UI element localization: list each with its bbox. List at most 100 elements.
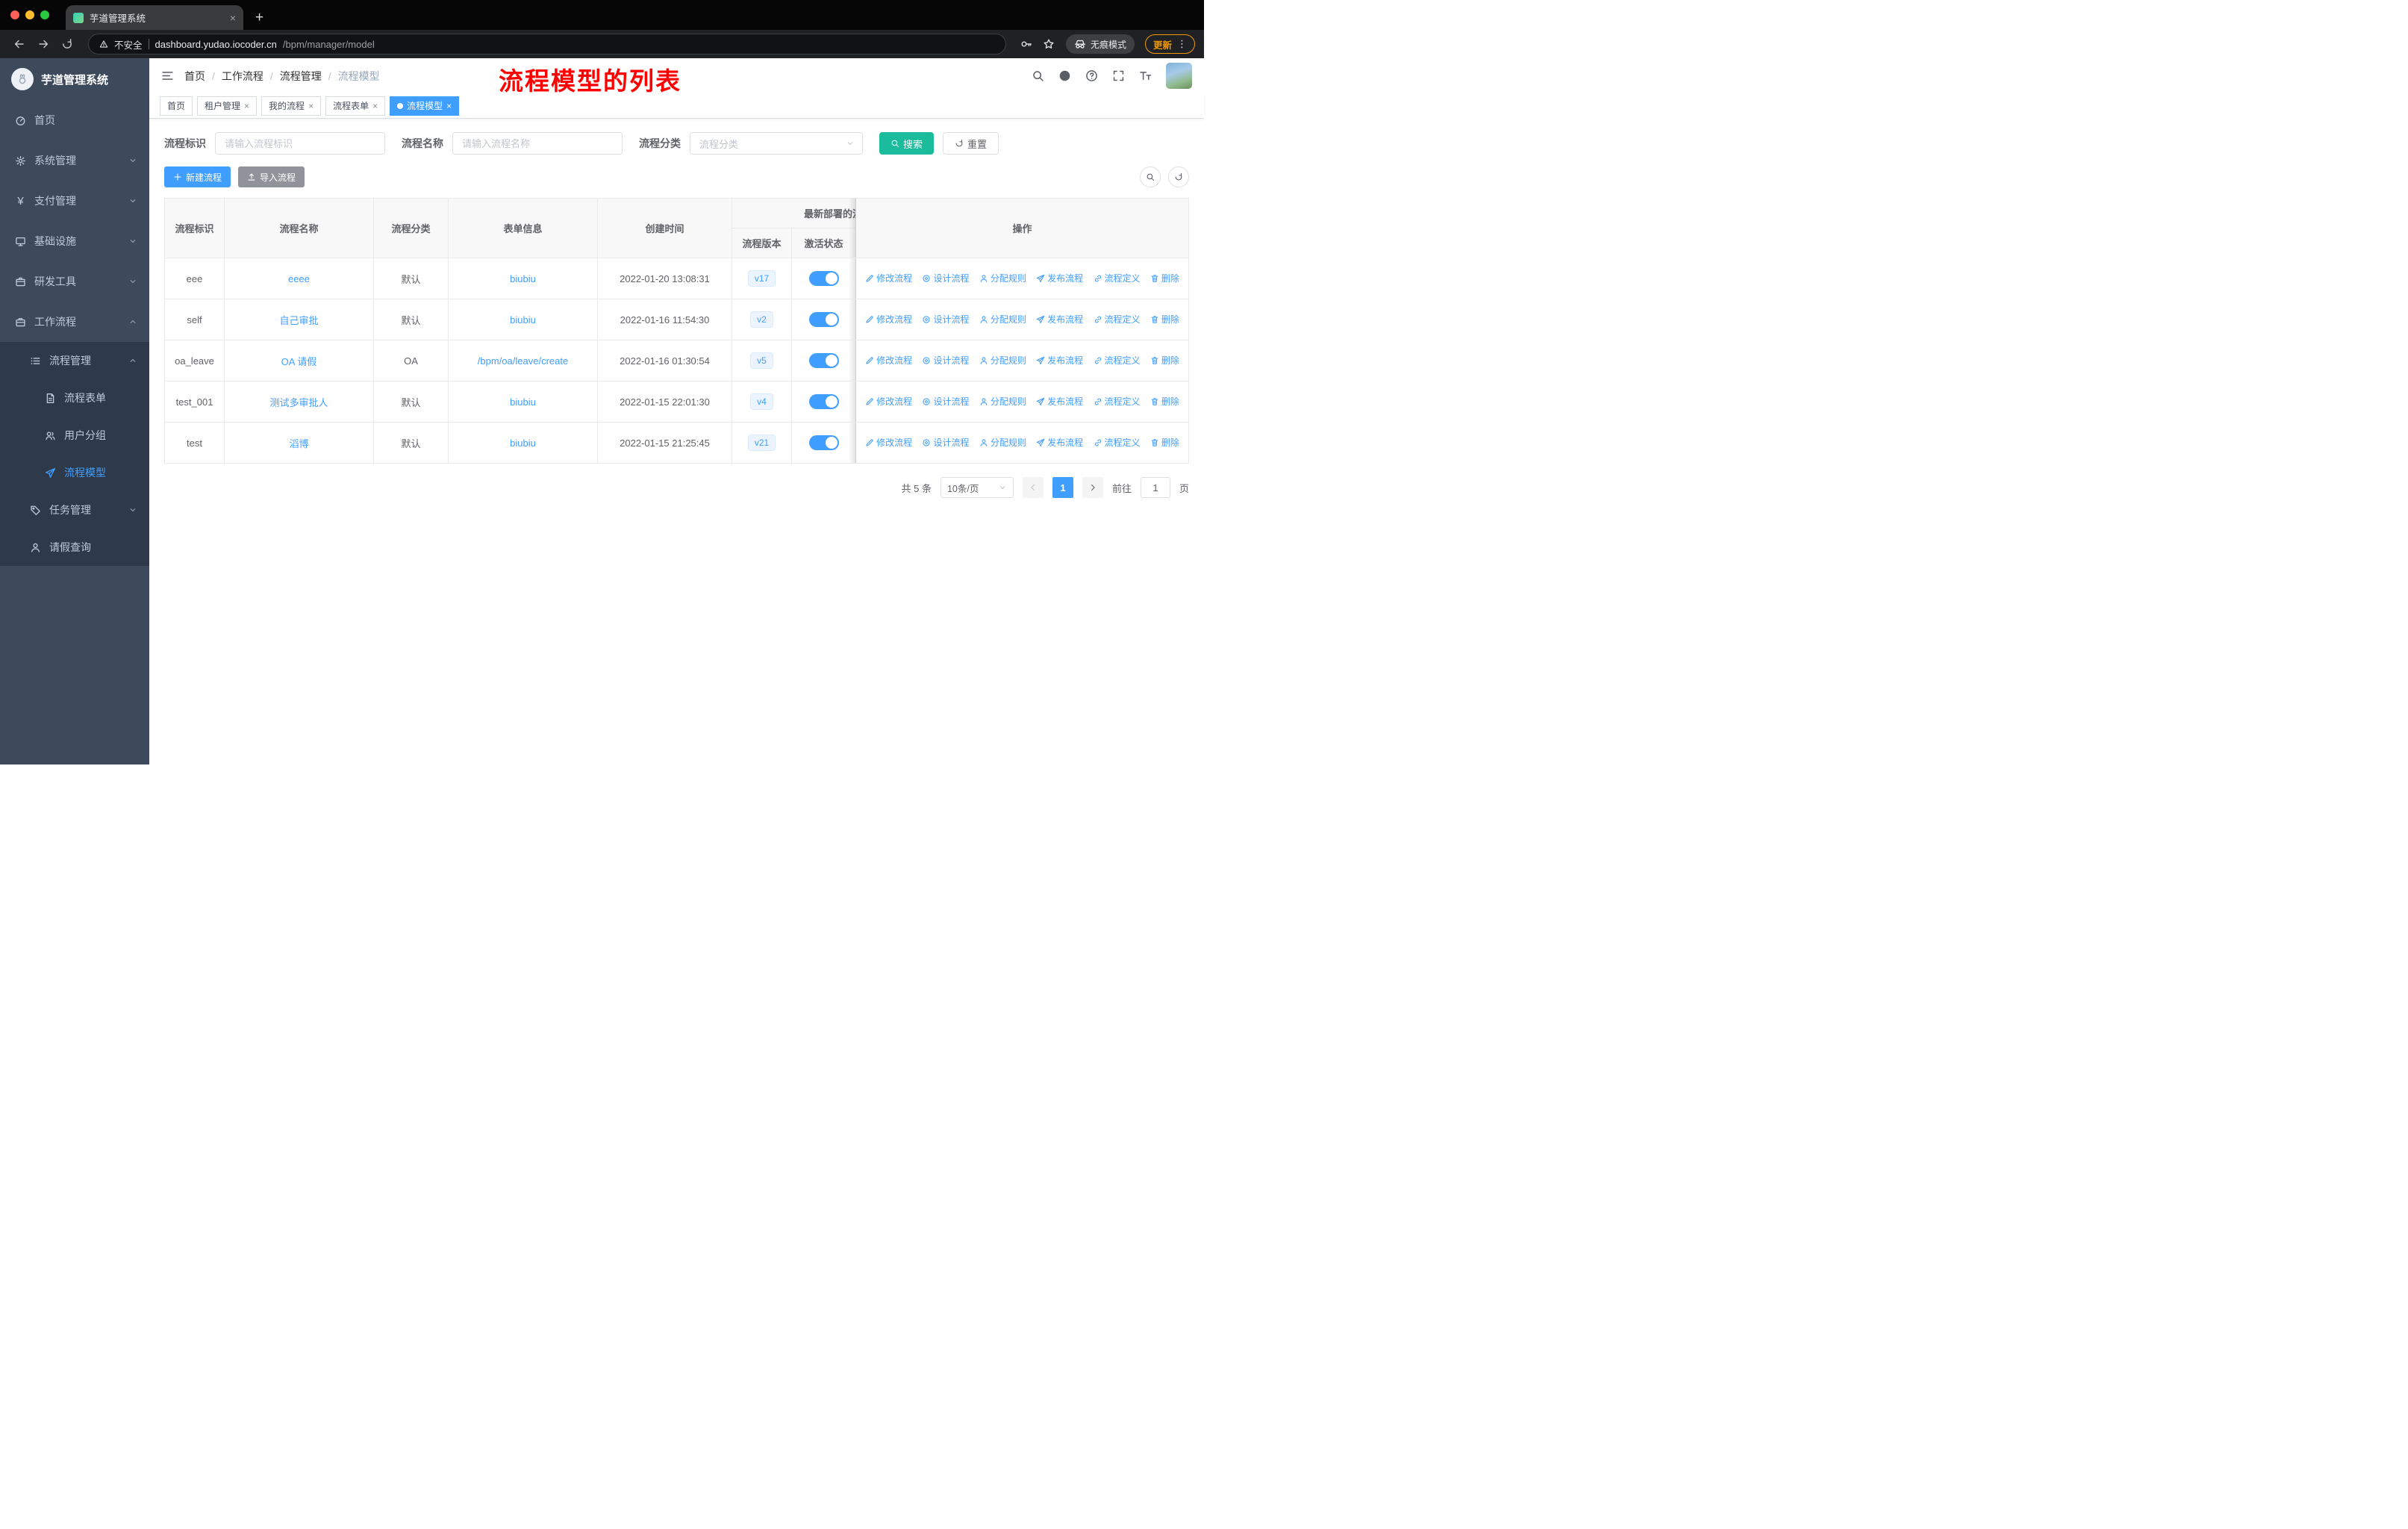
- search-icon[interactable]: [1032, 69, 1044, 82]
- sidebar-item-task-mgmt[interactable]: 任务管理: [0, 491, 149, 529]
- address-bar[interactable]: 不安全 dashboard.yudao.iocoder.cn/bpm/manag…: [88, 34, 1006, 55]
- form-info-link[interactable]: biubiu: [510, 273, 536, 284]
- model-name-link[interactable]: 测试多审批人: [269, 397, 328, 408]
- bookmark-button[interactable]: [1039, 34, 1058, 54]
- toggle-search-button[interactable]: [1140, 166, 1161, 187]
- page-size-select[interactable]: 10条/页: [940, 477, 1014, 498]
- import-process-button[interactable]: 导入流程: [238, 166, 305, 187]
- sidebar-item-infrastructure[interactable]: 基础设施: [0, 221, 149, 261]
- action-assign-rule-button[interactable]: 分配规则: [979, 354, 1026, 367]
- action-definition-button[interactable]: 流程定义: [1094, 354, 1141, 367]
- action-publish-button[interactable]: 发布流程: [1036, 354, 1083, 367]
- user-avatar[interactable]: [1166, 63, 1192, 89]
- font-size-icon[interactable]: [1139, 69, 1152, 82]
- sidebar-item-home[interactable]: 首页: [0, 100, 149, 140]
- tag-process-model[interactable]: 流程模型 ×: [390, 96, 460, 116]
- tag-my-process[interactable]: 我的流程 ×: [261, 96, 322, 116]
- action-edit-button[interactable]: 修改流程: [865, 436, 912, 449]
- sidebar-item-payment-mgmt[interactable]: ¥ 支付管理: [0, 181, 149, 221]
- reload-button[interactable]: [57, 34, 78, 55]
- action-delete-button[interactable]: 删除: [1150, 354, 1179, 367]
- action-design-button[interactable]: 设计流程: [922, 272, 969, 284]
- form-info-link[interactable]: biubiu: [510, 314, 536, 326]
- active-toggle[interactable]: [808, 435, 839, 450]
- sidebar-item-system-mgmt[interactable]: 系统管理: [0, 140, 149, 181]
- prev-page-button[interactable]: [1022, 477, 1044, 498]
- sidebar-toggle-button[interactable]: [161, 69, 174, 82]
- forward-button[interactable]: [33, 34, 54, 55]
- browser-tab[interactable]: 芋道管理系统 ×: [66, 5, 243, 30]
- sidebar-item-process-form[interactable]: 流程表单: [0, 379, 149, 417]
- process-name-input[interactable]: [452, 132, 623, 155]
- create-process-button[interactable]: 新建流程: [164, 166, 231, 187]
- action-delete-button[interactable]: 删除: [1150, 436, 1179, 449]
- action-publish-button[interactable]: 发布流程: [1036, 395, 1083, 408]
- close-icon[interactable]: ×: [372, 102, 378, 110]
- breadcrumb-home[interactable]: 首页: [184, 69, 205, 84]
- password-key-button[interactable]: [1017, 34, 1036, 54]
- tag-home[interactable]: 首页: [160, 96, 193, 116]
- form-info-link[interactable]: /bpm/oa/leave/create: [478, 355, 568, 367]
- sidebar-item-workflow[interactable]: 工作流程: [0, 302, 149, 342]
- form-info-link[interactable]: biubiu: [510, 396, 536, 408]
- sidebar-item-user-group[interactable]: 用户分组: [0, 417, 149, 454]
- action-design-button[interactable]: 设计流程: [922, 354, 969, 367]
- refresh-table-button[interactable]: [1168, 166, 1189, 187]
- action-design-button[interactable]: 设计流程: [922, 395, 969, 408]
- action-definition-button[interactable]: 流程定义: [1094, 436, 1141, 449]
- action-assign-rule-button[interactable]: 分配规则: [979, 272, 1026, 284]
- new-tab-button[interactable]: +: [255, 10, 263, 25]
- tag-process-form[interactable]: 流程表单 ×: [325, 96, 386, 116]
- action-definition-button[interactable]: 流程定义: [1094, 313, 1141, 326]
- action-delete-button[interactable]: 删除: [1150, 313, 1179, 326]
- browser-menu-icon[interactable]: ⋮: [1177, 38, 1187, 50]
- window-minimize-button[interactable]: [25, 10, 34, 19]
- action-definition-button[interactable]: 流程定义: [1094, 272, 1141, 284]
- form-info-link[interactable]: biubiu: [510, 437, 536, 449]
- close-icon[interactable]: ×: [244, 102, 249, 110]
- security-label[interactable]: 不安全: [114, 37, 143, 52]
- next-page-button[interactable]: [1082, 477, 1103, 498]
- window-close-button[interactable]: [10, 10, 19, 19]
- action-assign-rule-button[interactable]: 分配规则: [979, 395, 1026, 408]
- window-zoom-button[interactable]: [40, 10, 49, 19]
- breadcrumb-process-mgmt[interactable]: 流程管理: [280, 69, 322, 84]
- github-icon[interactable]: [1058, 69, 1071, 82]
- sidebar-item-process-mgmt[interactable]: 流程管理: [0, 342, 149, 379]
- action-publish-button[interactable]: 发布流程: [1036, 272, 1083, 284]
- process-key-input[interactable]: [215, 132, 385, 155]
- active-toggle[interactable]: [808, 271, 839, 286]
- action-publish-button[interactable]: 发布流程: [1036, 436, 1083, 449]
- fullscreen-icon[interactable]: [1112, 69, 1125, 82]
- model-name-link[interactable]: eeee: [288, 273, 310, 284]
- goto-page-input[interactable]: [1140, 477, 1170, 498]
- close-icon[interactable]: ×: [308, 102, 314, 110]
- model-name-link[interactable]: 滔博: [289, 438, 308, 449]
- action-assign-rule-button[interactable]: 分配规则: [979, 313, 1026, 326]
- help-icon[interactable]: [1085, 69, 1098, 82]
- tab-close-icon[interactable]: ×: [230, 13, 236, 23]
- breadcrumb-workflow[interactable]: 工作流程: [222, 69, 263, 84]
- action-edit-button[interactable]: 修改流程: [865, 354, 912, 367]
- action-delete-button[interactable]: 删除: [1150, 272, 1179, 284]
- active-toggle[interactable]: [808, 312, 839, 327]
- search-button[interactable]: 搜索: [879, 132, 935, 155]
- action-delete-button[interactable]: 删除: [1150, 395, 1179, 408]
- sidebar-item-process-model[interactable]: 流程模型: [0, 454, 149, 491]
- model-name-link[interactable]: 自己审批: [279, 315, 318, 326]
- update-button[interactable]: 更新 ⋮: [1144, 34, 1195, 54]
- model-name-link[interactable]: OA 请假: [281, 356, 317, 367]
- close-icon[interactable]: ×: [446, 102, 452, 110]
- current-page-button[interactable]: 1: [1052, 477, 1073, 498]
- tag-tenant-mgmt[interactable]: 租户管理 ×: [197, 96, 258, 116]
- action-publish-button[interactable]: 发布流程: [1036, 313, 1083, 326]
- action-edit-button[interactable]: 修改流程: [865, 313, 912, 326]
- action-assign-rule-button[interactable]: 分配规则: [979, 436, 1026, 449]
- reset-button[interactable]: 重置: [943, 132, 999, 155]
- action-edit-button[interactable]: 修改流程: [865, 272, 912, 284]
- action-design-button[interactable]: 设计流程: [922, 313, 969, 326]
- back-button[interactable]: [9, 34, 30, 55]
- sidebar-item-dev-tools[interactable]: 研发工具: [0, 261, 149, 302]
- active-toggle[interactable]: [808, 394, 839, 409]
- action-definition-button[interactable]: 流程定义: [1094, 395, 1141, 408]
